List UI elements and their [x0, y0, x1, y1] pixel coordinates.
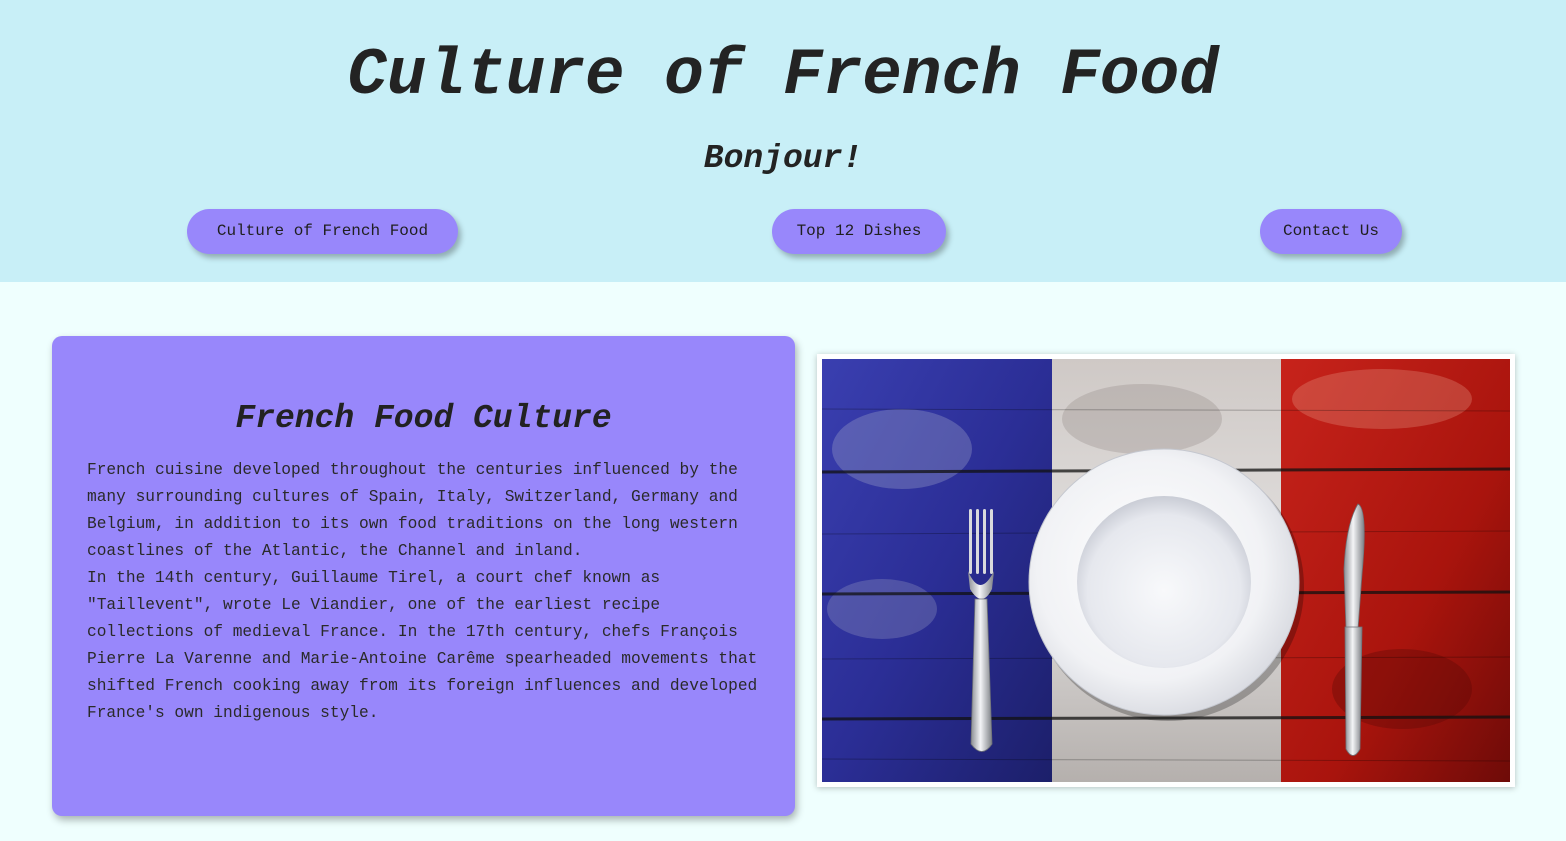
culture-card: French Food Culture French cuisine devel… [52, 336, 795, 816]
culture-heading: French Food Culture [235, 400, 612, 437]
culture-text: French cuisine developed throughout the … [87, 457, 767, 727]
nav-culture-button[interactable]: Culture of French Food [187, 209, 458, 254]
greeting-subtitle: Bonjour! [703, 140, 863, 177]
plate-fork-knife-french-flag-image [822, 359, 1510, 782]
culture-paragraph: In the 14th century, Guillaume Tirel, a … [87, 569, 758, 722]
site-header: Culture of French Food Bonjour! Culture … [0, 0, 1566, 282]
site-title: Culture of French Food [347, 38, 1219, 113]
nav-contact-button[interactable]: Contact Us [1260, 209, 1402, 254]
photo-frame [817, 354, 1515, 787]
nav-top-dishes-button[interactable]: Top 12 Dishes [772, 209, 946, 254]
culture-paragraph: French cuisine developed throughout the … [87, 461, 738, 560]
